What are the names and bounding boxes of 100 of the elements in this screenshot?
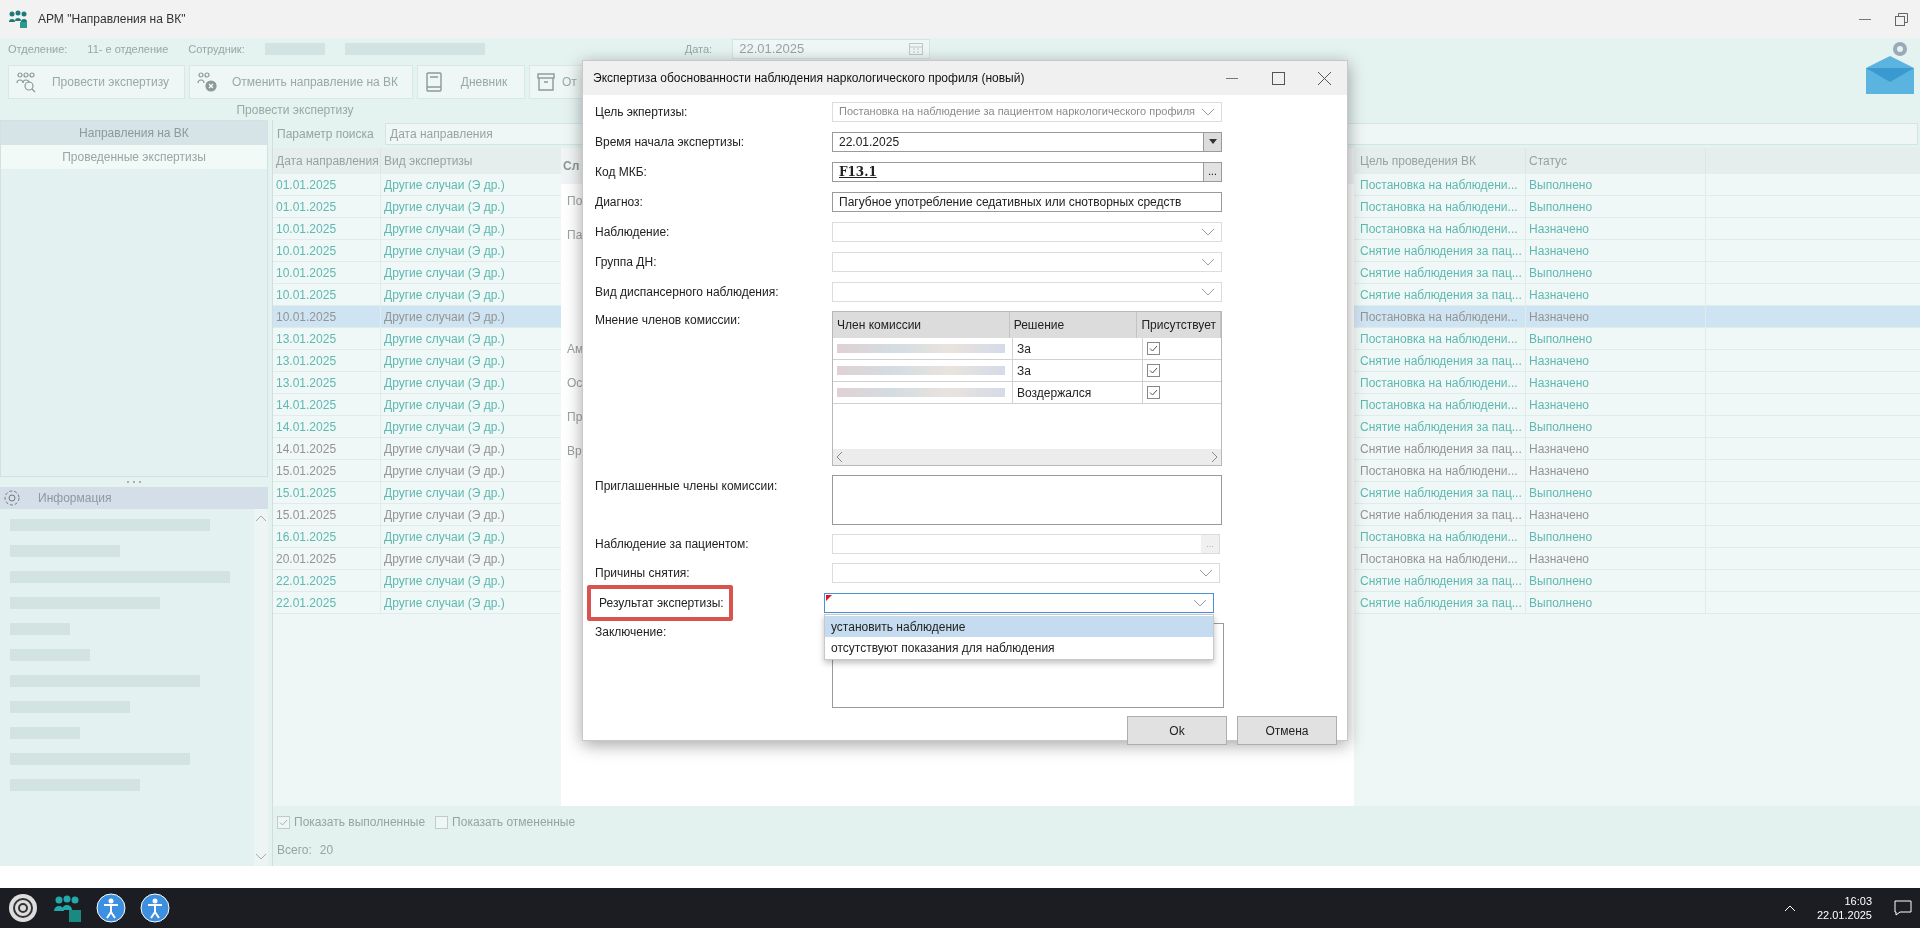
field-label: Группа ДН:	[595, 253, 658, 271]
table-cell-text: Другие случаи (Э др.)	[383, 396, 506, 414]
table-cell-text: Другие случаи (Э др.)	[383, 484, 506, 502]
field-label: Наблюдение:	[595, 223, 671, 241]
table-cell: Назначено	[1526, 504, 1706, 525]
table-cell: 14.01.2025	[273, 394, 381, 415]
department-label: Отделение:	[8, 41, 68, 57]
table-cell: Постановка на наблюдени...	[1354, 548, 1526, 569]
table-cell: Назначено	[1526, 372, 1706, 393]
table-cell: Назначено	[1526, 548, 1706, 569]
table-cell-text: Другие случаи (Э др.)	[383, 264, 506, 282]
table-cell-text: Другие случаи (Э др.)	[383, 220, 506, 238]
table-cell: 10.01.2025	[273, 262, 381, 283]
table-cell: Постановка на наблюдени...	[1354, 174, 1526, 195]
table-cell: Назначено	[1526, 218, 1706, 239]
table-cell-text: Другие случаи (Э др.)	[383, 176, 506, 194]
details-header: Сл	[563, 158, 580, 175]
table-cell: Снятие наблюдения за пац...	[1354, 482, 1526, 503]
table-cell: Выполнено	[1526, 416, 1706, 437]
table-cell: 13.01.2025	[273, 350, 381, 371]
field-label: Цель экпертизы:	[595, 103, 689, 121]
field-label: Приглашенные члены комиссии:	[595, 478, 779, 495]
search-label: Параметр поиска	[276, 126, 375, 143]
table-cell-text: Другие случаи (Э др.)	[383, 462, 506, 480]
table-cell: Выполнено	[1526, 570, 1706, 591]
table-cell: Назначено	[1526, 394, 1706, 415]
table-cell: 15.01.2025	[273, 482, 381, 503]
table-cell: Снятие наблюдения за пац...	[1354, 570, 1526, 591]
table-cell: Снятие наблюдения за пац...	[1354, 416, 1526, 437]
total-count: 20	[319, 842, 334, 859]
field-label: Мнение членов комиссии:	[595, 312, 742, 329]
table-cell: 13.01.2025	[273, 372, 381, 393]
field-label: Наблюдение за пациентом:	[595, 536, 750, 553]
table-cell: Снятие наблюдения за пац...	[1354, 350, 1526, 371]
table-cell: Назначено	[1526, 240, 1706, 261]
table-cell: Назначено	[1526, 350, 1706, 371]
table-cell: 10.01.2025	[273, 284, 381, 305]
table-cell-text: Другие случаи (Э др.)	[383, 528, 506, 546]
info-title: Информация	[38, 490, 112, 507]
field-label: Код МКБ:	[595, 163, 648, 181]
table-cell: Выполнено	[1526, 526, 1706, 547]
details-label: По	[567, 193, 583, 210]
table-cell: Выполнено	[1526, 262, 1706, 283]
dialog-title: Экспертиза обоснованности наблюдения наркологического профиля (новый)	[593, 70, 1025, 87]
table-cell: Назначено	[1526, 306, 1706, 327]
table-cell: За	[1013, 360, 1143, 381]
field-label: Диагноз:	[595, 193, 644, 211]
table-cell: 16.01.2025	[273, 526, 381, 547]
table-cell: Снятие наблюдения за пац...	[1354, 592, 1526, 613]
table-cell: Снятие наблюдения за пац...	[1354, 240, 1526, 261]
table-cell: 14.01.2025	[273, 416, 381, 437]
table-cell: Постановка на наблюдени...	[1354, 306, 1526, 327]
column-header: Вид экспертизы	[383, 153, 474, 170]
clock-date: 22.01.2025	[1816, 908, 1872, 922]
table-cell: 10.01.2025	[273, 240, 381, 261]
table-cell: За	[1013, 338, 1143, 359]
table-cell-text: Другие случаи (Э др.)	[383, 418, 506, 436]
clock-time: 16:03	[1844, 894, 1872, 908]
window-title: АРМ "Направления на ВК"	[38, 11, 186, 28]
checkbox-label: Показать выполненные	[294, 814, 426, 831]
table-cell-text: Другие случаи (Э др.)	[383, 572, 506, 590]
table-cell: 10.01.2025	[273, 306, 381, 327]
table-cell: Назначено	[1526, 460, 1706, 481]
details-label: Пр	[567, 409, 583, 426]
checkbox-label: Показать отмененные	[452, 814, 576, 831]
table-cell: Постановка на наблюдени...	[1354, 460, 1526, 481]
table-cell: Выполнено	[1526, 196, 1706, 217]
table-cell: Постановка на наблюдени...	[1354, 196, 1526, 217]
table-cell: Назначено	[1526, 284, 1706, 305]
toolbar-group-label: Провести экспертизу	[235, 102, 355, 119]
table-cell-text: Другие случаи (Э др.)	[383, 308, 506, 326]
table-cell: Постановка на наблюдени...	[1354, 372, 1526, 393]
table-cell: 20.01.2025	[273, 548, 381, 569]
table-cell: Постановка на наблюдени...	[1354, 526, 1526, 547]
table-cell: Назначено	[1526, 438, 1706, 459]
table-cell: Выполнено	[1526, 482, 1706, 503]
table-cell: Постановка на наблюдени...	[1354, 394, 1526, 415]
details-label: Ос	[567, 375, 583, 392]
table-cell: Постановка на наблюдени...	[1354, 328, 1526, 349]
table-cell-text: Другие случаи (Э др.)	[383, 352, 506, 370]
table-cell-text: Другие случаи (Э др.)	[383, 374, 506, 392]
field-label: Вид диспансерного наблюдения:	[595, 283, 780, 301]
table-cell-text: Другие случаи (Э др.)	[383, 594, 506, 612]
table-cell-text: Другие случаи (Э др.)	[383, 550, 506, 568]
date-label: Дата:	[684, 41, 713, 57]
table-cell: 14.01.2025	[273, 438, 381, 459]
employee-label: Сотрудник:	[188, 41, 245, 57]
total-label: Всего:	[277, 842, 312, 859]
table-cell: Снятие наблюдения за пац...	[1354, 438, 1526, 459]
table-cell-text: Другие случаи (Э др.)	[383, 440, 506, 458]
column-header: Решение	[1009, 312, 1138, 338]
table-cell: Выполнено	[1526, 328, 1706, 349]
table-cell: Снятие наблюдения за пац...	[1354, 284, 1526, 305]
field-label: Заключение:	[595, 624, 668, 641]
table-cell: Выполнено	[1526, 174, 1706, 195]
table-cell: 15.01.2025	[273, 504, 381, 525]
table-cell: Снятие наблюдения за пац...	[1354, 504, 1526, 525]
table-cell: 22.01.2025	[273, 592, 381, 613]
table-cell-text: Другие случаи (Э др.)	[383, 198, 506, 216]
table-cell-text: Другие случаи (Э др.)	[383, 330, 506, 348]
